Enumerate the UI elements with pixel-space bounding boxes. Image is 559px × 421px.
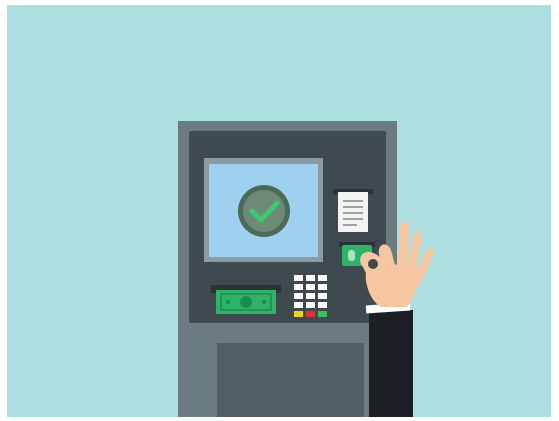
banknote-icon [211,285,281,314]
keypad-key-red [306,311,315,317]
receipt-icon [333,189,373,232]
atm-lower-panel [217,343,364,417]
keypad-key [306,284,315,290]
keypad-key [294,275,303,281]
check-circle-icon [238,185,290,237]
keypad-key [306,302,315,308]
keypad-key [306,293,315,299]
atm-illustration [7,5,551,417]
keypad-key [294,302,303,308]
keypad-key-yellow [294,311,303,317]
keypad-key [318,275,327,281]
keypad-key [318,302,327,308]
keypad-key-green [318,311,327,317]
keypad-key [294,284,303,290]
keypad-key [294,293,303,299]
keypad-key [318,284,327,290]
atm-screen [204,158,323,262]
keypad-key [318,293,327,299]
atm-scene-svg [7,5,551,417]
keypad-key [306,275,315,281]
